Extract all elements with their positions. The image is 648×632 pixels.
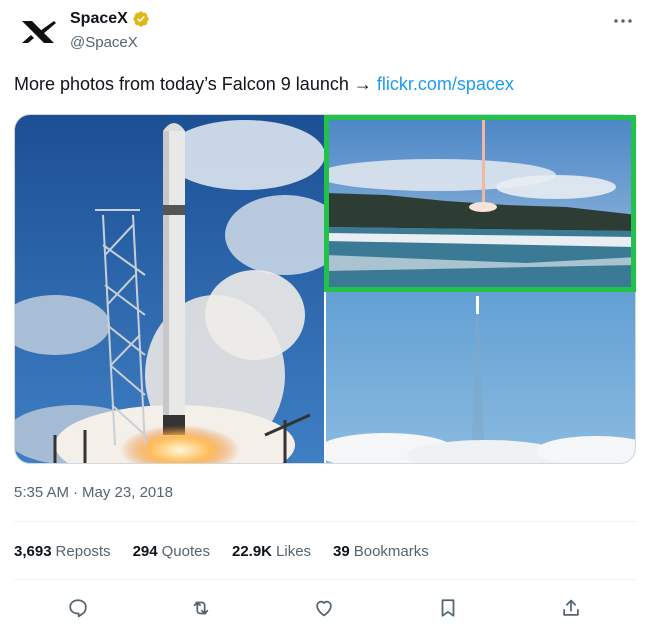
rocket-ascending-over-coastline-photo[interactable]: [326, 115, 635, 289]
tweet-body: More photos from today’s Falcon 9 launch…: [14, 74, 377, 94]
quotes-count: 294: [132, 543, 158, 560]
media-grid: [14, 114, 636, 464]
timestamp-date: May 23, 2018: [82, 484, 173, 501]
falcon-9-launch-pad-photo[interactable]: [15, 115, 324, 463]
reposts-label: Reposts: [55, 543, 111, 560]
repost-icon[interactable]: [187, 594, 215, 622]
spacex-logo-icon: [22, 21, 56, 43]
likes-stat[interactable]: 22.9K Likes: [232, 543, 311, 560]
flickr-link[interactable]: flickr.com/spacex: [377, 74, 514, 94]
author-handle[interactable]: @SpaceX: [70, 34, 138, 51]
reposts-stat[interactable]: 3,693 Reposts: [14, 543, 111, 560]
author-display-name[interactable]: SpaceX: [70, 10, 128, 28]
timestamp-separator: ·: [73, 484, 79, 501]
share-icon[interactable]: [557, 594, 585, 622]
action-bar: [14, 590, 636, 624]
bookmarks-stat[interactable]: 39 Bookmarks: [333, 543, 429, 560]
bookmarks-count: 39: [333, 543, 350, 560]
tweet-text: More photos from today’s Falcon 9 launch…: [14, 74, 514, 95]
author-name-row: SpaceX: [70, 10, 150, 28]
quotes-label: Quotes: [161, 543, 210, 560]
bookmarks-label: Bookmarks: [353, 543, 429, 560]
tweet-timestamp[interactable]: 5:35 AM · May 23, 2018: [14, 484, 173, 501]
divider: [14, 521, 636, 522]
reply-icon[interactable]: [64, 594, 92, 622]
bookmark-icon[interactable]: [434, 594, 462, 622]
likes-label: Likes: [276, 543, 312, 560]
likes-count: 22.9K: [231, 543, 273, 560]
engagement-stats: 3,693 Reposts 294 Quotes 22.9K Likes 39 …: [14, 543, 429, 560]
timestamp-time: 5:35 AM: [14, 484, 70, 501]
reposts-count: 3,693: [14, 543, 52, 560]
verified-badge-icon: [133, 11, 149, 27]
quotes-stat[interactable]: 294 Quotes: [133, 543, 210, 560]
avatar[interactable]: [14, 12, 62, 52]
like-icon[interactable]: [310, 594, 338, 622]
divider: [14, 579, 636, 580]
rocket-trail-in-blue-sky-photo[interactable]: [326, 291, 635, 463]
tweet-header: SpaceX @SpaceX: [14, 10, 638, 58]
more-options-icon[interactable]: [612, 12, 634, 30]
